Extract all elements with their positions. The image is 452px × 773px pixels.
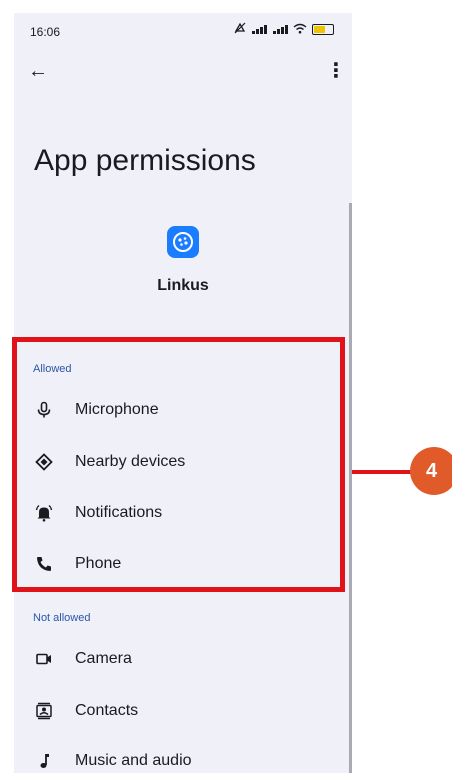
status-bar: 16:06 bbox=[14, 13, 352, 51]
annotation-callout-badge: 4 bbox=[410, 447, 452, 495]
page-title: App permissions bbox=[34, 144, 256, 177]
signal-icon bbox=[272, 23, 288, 37]
permission-item-camera[interactable]: Camera bbox=[14, 639, 352, 679]
annotation-connector-line bbox=[352, 470, 414, 474]
status-time: 16:06 bbox=[30, 25, 61, 39]
permission-item-music-and-audio[interactable]: Music and audio bbox=[14, 741, 352, 773]
app-icon bbox=[167, 226, 199, 258]
permission-label: Camera bbox=[75, 650, 132, 667]
status-icons bbox=[234, 22, 334, 37]
music-note-icon bbox=[32, 749, 56, 773]
section-label-not-allowed: Not allowed bbox=[33, 612, 91, 624]
app-name: Linkus bbox=[157, 277, 209, 294]
back-arrow-icon[interactable]: ← bbox=[24, 57, 52, 85]
camera-icon bbox=[32, 647, 56, 671]
mute-icon bbox=[234, 22, 246, 37]
permission-label: Contacts bbox=[75, 702, 139, 719]
battery-icon bbox=[312, 24, 334, 35]
contacts-icon bbox=[32, 699, 56, 723]
wifi-icon bbox=[293, 23, 307, 37]
more-options-icon[interactable]: ⋮ bbox=[326, 57, 346, 85]
annotation-highlight-box bbox=[12, 337, 345, 592]
permission-item-contacts[interactable]: Contacts bbox=[14, 691, 352, 731]
signal-icon bbox=[251, 23, 267, 37]
permission-label: Music and audio bbox=[75, 752, 192, 769]
